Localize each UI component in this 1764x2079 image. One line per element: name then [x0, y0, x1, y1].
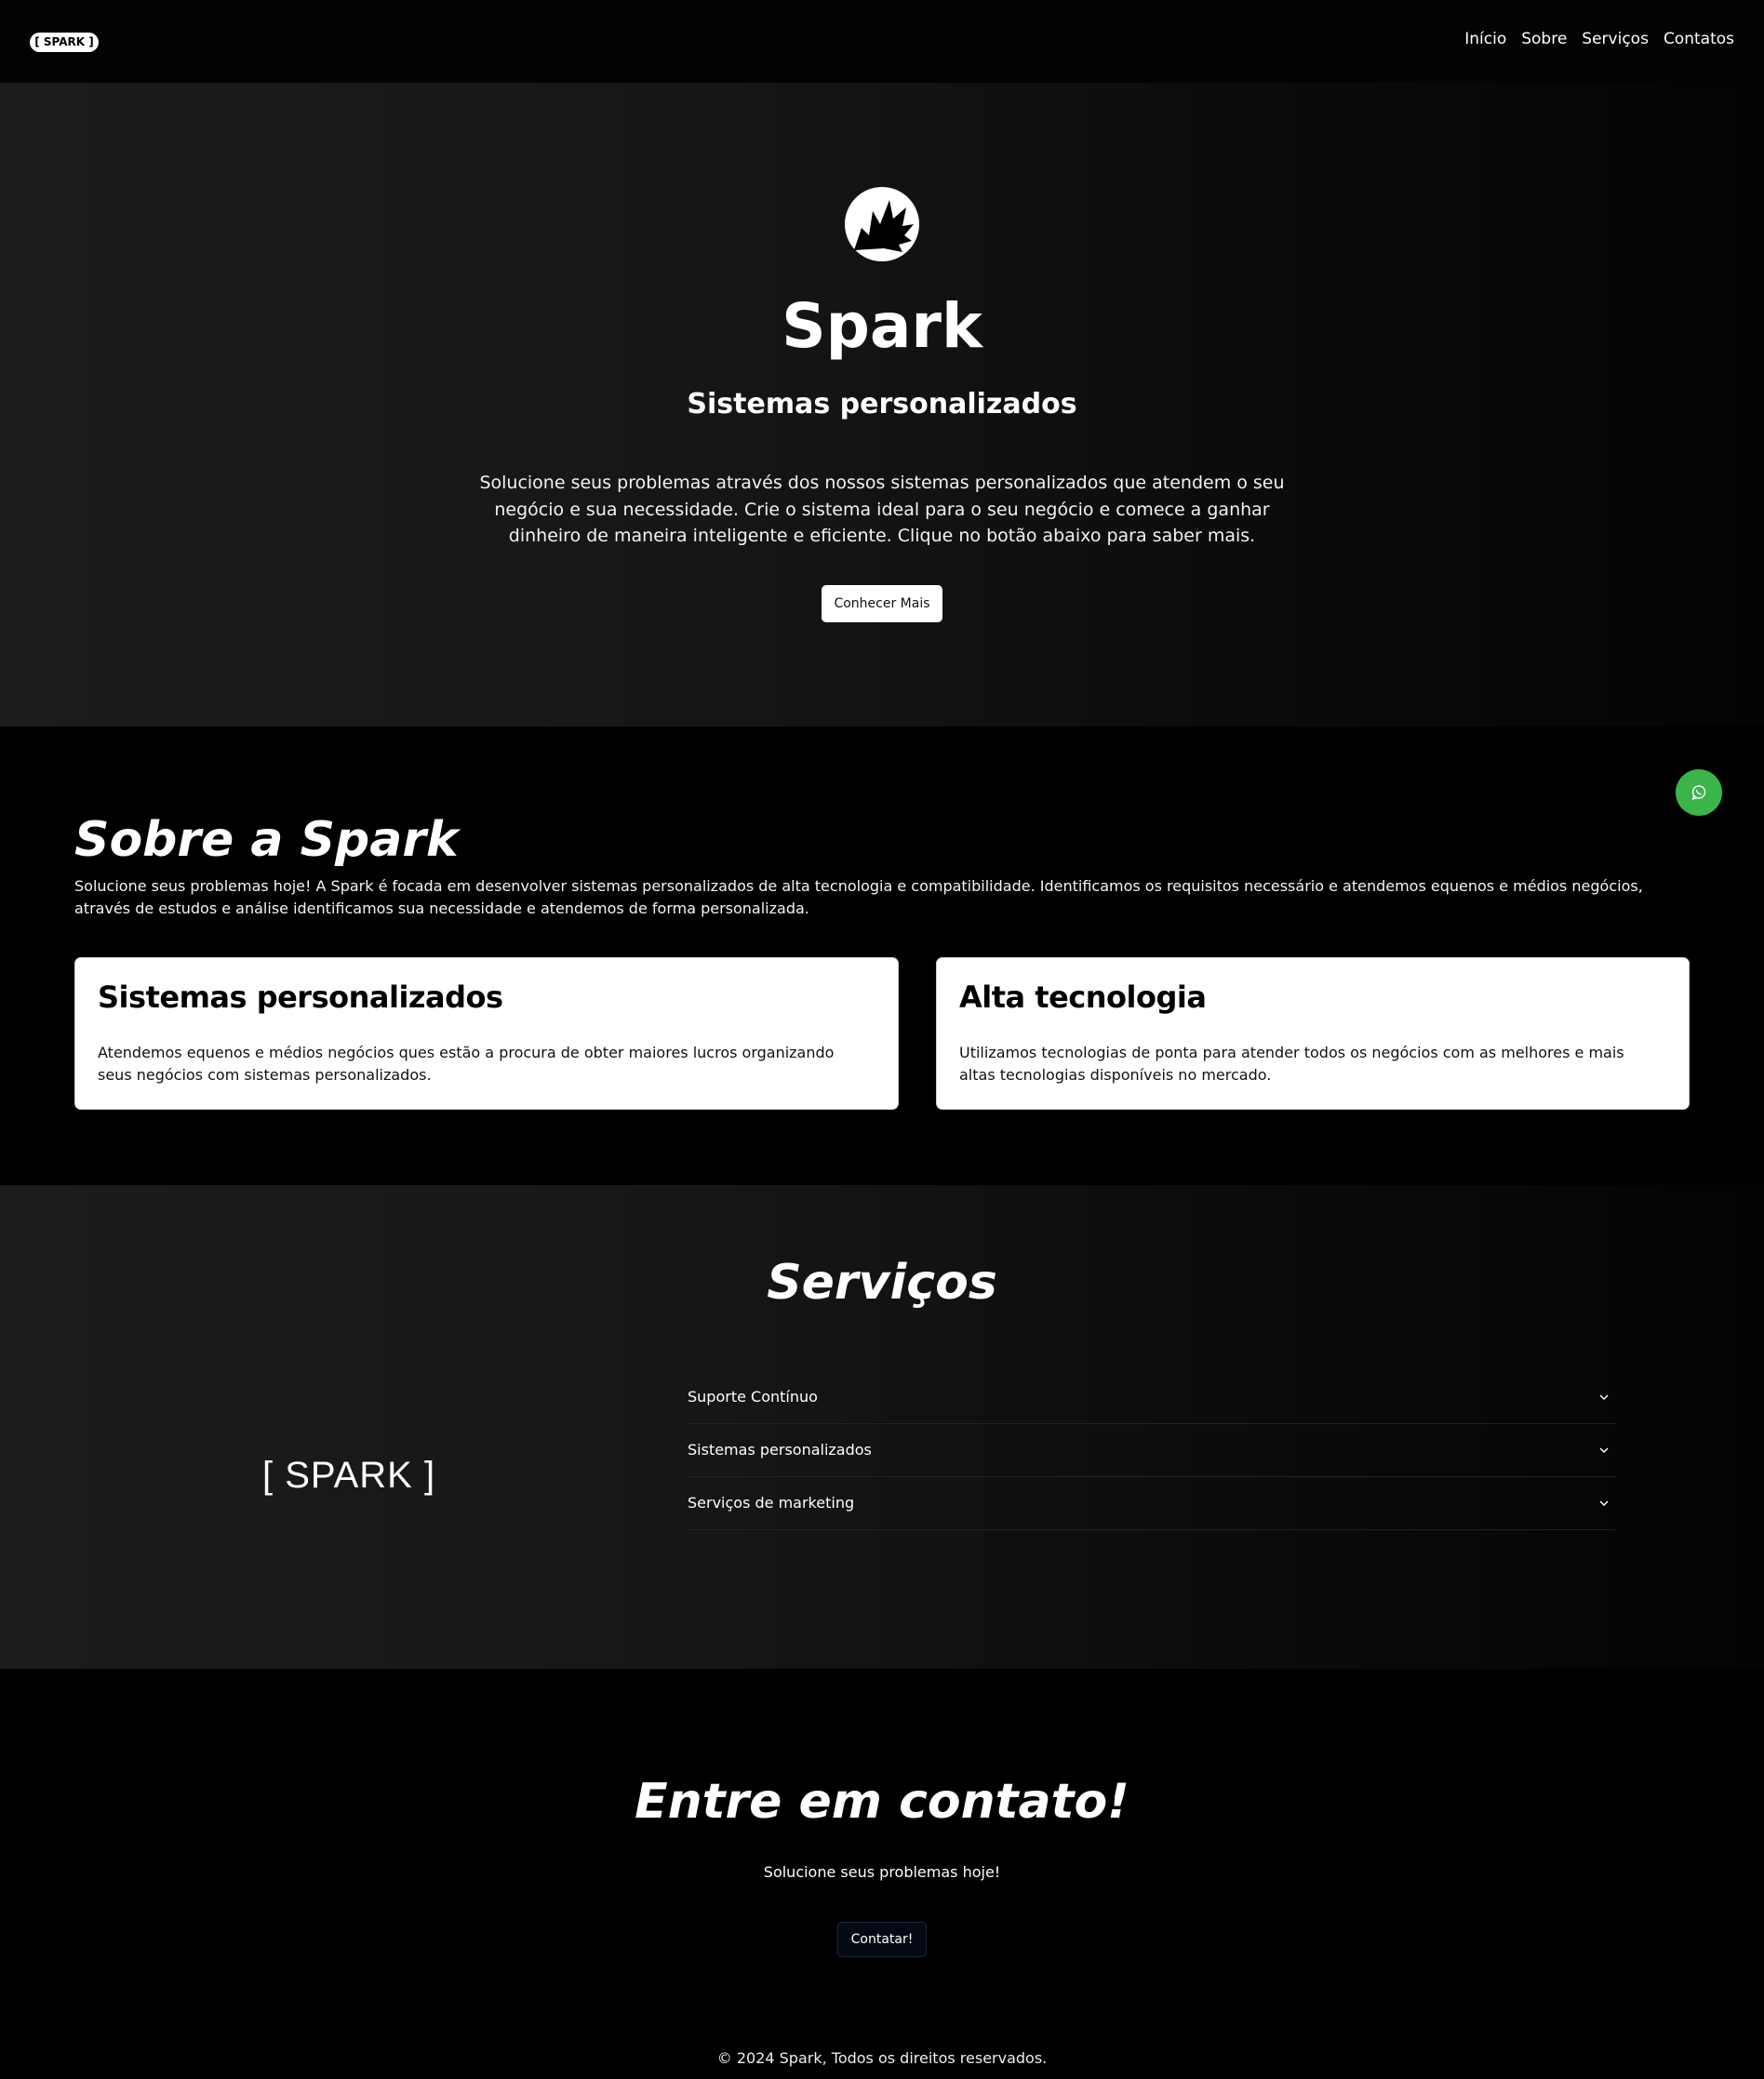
- accordion-item-label: Sistemas personalizados: [688, 1441, 872, 1459]
- header-logo[interactable]: [ SPARK ]: [30, 33, 99, 52]
- hero-description: Solucione seus problemas através dos nos…: [479, 473, 1285, 546]
- feature-card-custom-systems: Sistemas personalizados Atendemos equeno…: [75, 958, 898, 1109]
- services-section: Serviços [ SPARK ] Suporte Contínuo Sist…: [0, 1185, 1764, 1669]
- feature-card-title: Alta tecnologia: [959, 980, 1207, 1015]
- services-title: Serviços: [767, 1255, 997, 1311]
- feature-card-text: Utilizamos tecnologias de ponta para ate…: [959, 1044, 1624, 1084]
- feature-card-high-tech: Alta tecnologia Utilizamos tecnologias d…: [937, 958, 1689, 1109]
- learn-more-button[interactable]: Conhecer Mais: [822, 585, 942, 622]
- footer-copyright: © 2024 Spark, Todos os direitos reservad…: [716, 2049, 1048, 2067]
- accordion-item-label: Suporte Contínuo: [688, 1388, 818, 1406]
- site-header: [ SPARK ] Início Sobre Serviços Contatos: [0, 0, 1764, 83]
- hero-section: Spark Sistemas personalizados Solucione …: [0, 83, 1764, 726]
- accordion-item-marketing[interactable]: Serviços de marketing: [688, 1477, 1615, 1530]
- chevron-down-icon: [1599, 1394, 1609, 1401]
- spark-burst-icon: [845, 187, 919, 261]
- contact-button[interactable]: Contatar!: [837, 1922, 927, 1957]
- whatsapp-button[interactable]: [1676, 769, 1722, 816]
- services-accordion: Suporte Contínuo Sistemas personalizados…: [688, 1371, 1615, 1530]
- services-brand-logo: [ SPARK ]: [262, 1455, 436, 1496]
- feature-card-text: Atendemos equenos e médios negócios ques…: [98, 1044, 835, 1084]
- whatsapp-icon: [1691, 785, 1706, 801]
- accordion-item-label: Serviços de marketing: [688, 1494, 855, 1512]
- hero-title: Spark: [782, 290, 982, 362]
- chevron-down-icon: [1599, 1447, 1609, 1454]
- nav-link-inicio[interactable]: Início: [1464, 30, 1506, 48]
- nav-link-contatos[interactable]: Contatos: [1664, 30, 1734, 48]
- nav-link-sobre[interactable]: Sobre: [1521, 30, 1567, 48]
- main-nav: Início Sobre Serviços Contatos: [1464, 30, 1734, 48]
- about-description: Solucione seus problemas hoje! A Spark é…: [74, 877, 1643, 917]
- accordion-item-custom-systems[interactable]: Sistemas personalizados: [688, 1424, 1615, 1477]
- contact-description: Solucione seus problemas hoje!: [763, 1863, 1001, 1881]
- chevron-down-icon: [1599, 1500, 1609, 1507]
- about-title: Sobre a Spark: [74, 812, 459, 868]
- accordion-item-support[interactable]: Suporte Contínuo: [688, 1371, 1615, 1424]
- hero-subtitle: Sistemas personalizados: [687, 388, 1077, 420]
- feature-card-title: Sistemas personalizados: [98, 980, 503, 1015]
- nav-link-servicos[interactable]: Serviços: [1582, 30, 1649, 48]
- contact-title: Entre em contato!: [635, 1774, 1129, 1830]
